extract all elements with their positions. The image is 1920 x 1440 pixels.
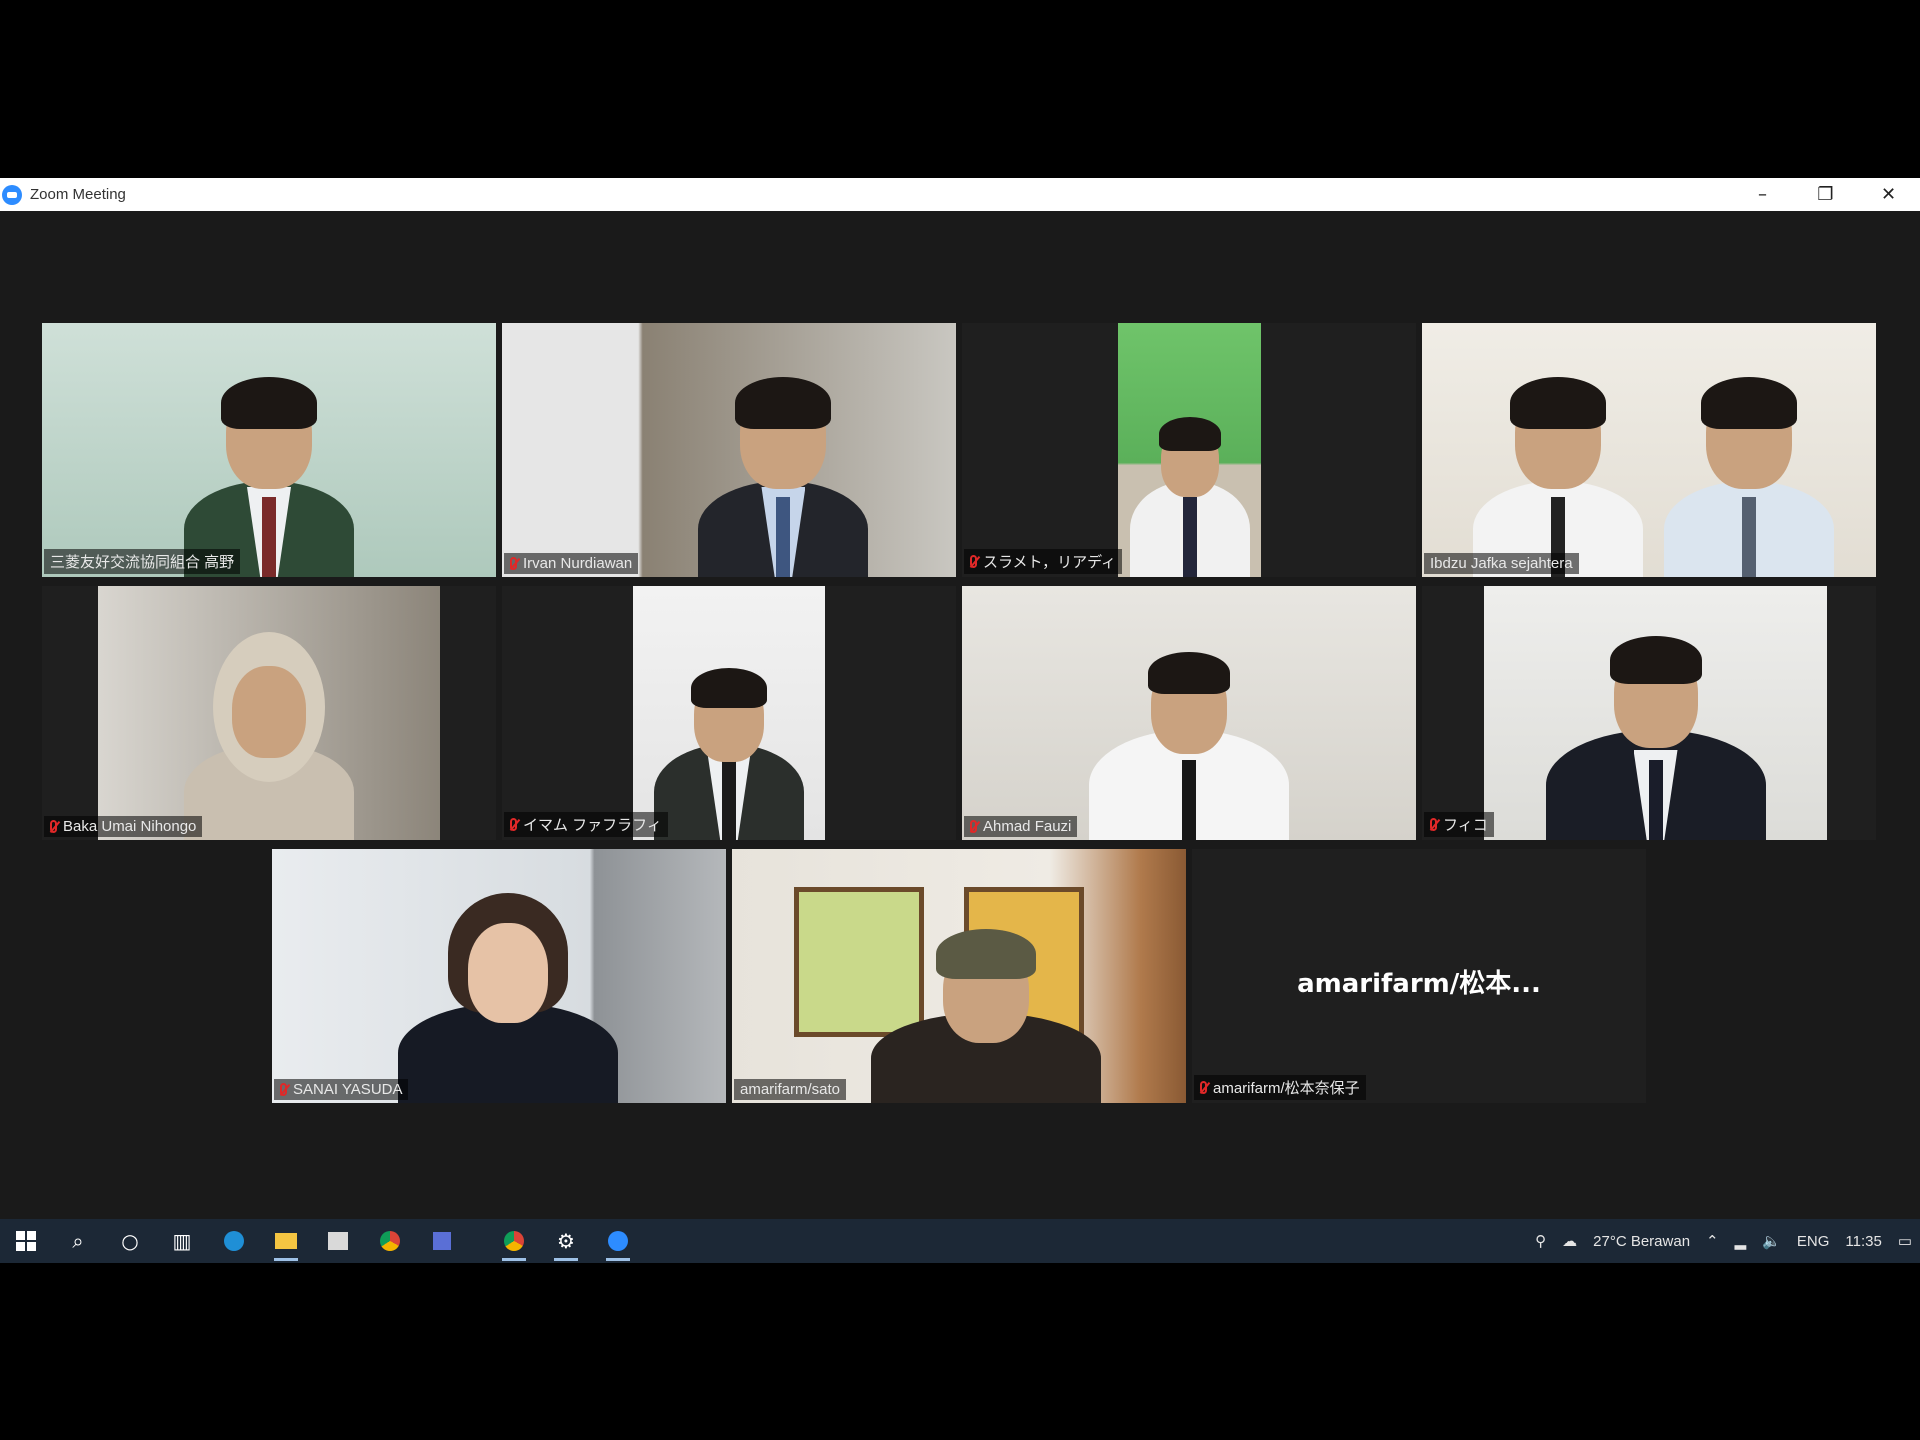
video-feed: [272, 849, 726, 1103]
windows-taskbar: ⌕ ○ ▥ ⚙ ⚲ ☁ 27°C Berawan ⌃ ▂ 🔈 ENG 11:35…: [0, 1219, 1920, 1263]
participant-name: 三菱友好交流協同組合 高野: [50, 554, 235, 571]
minimize-button[interactable]: –: [1731, 178, 1794, 211]
windows-start-icon[interactable]: [0, 1219, 52, 1263]
participant-tile-video-off[interactable]: amarifarm/松本... amarifarm/松本奈保子: [1192, 849, 1646, 1103]
muted-mic-icon: [280, 1083, 287, 1096]
video-feed: [1484, 586, 1827, 840]
weather-icon[interactable]: ☁: [1562, 1232, 1577, 1250]
participant-name: amarifarm/松本奈保子: [1213, 1080, 1360, 1097]
muted-mic-icon: [50, 820, 57, 833]
system-tray: ⚲ ☁ 27°C Berawan ⌃ ▂ 🔈 ENG 11:35 ▭: [1527, 1219, 1920, 1263]
participant-name: Baka Umai Nihongo: [63, 818, 197, 835]
network-icon[interactable]: ▂: [1735, 1232, 1747, 1250]
participant-video-person: [184, 630, 354, 840]
participant-tile[interactable]: Baka Umai Nihongo: [42, 586, 496, 840]
participant-name: フィコ: [1443, 817, 1488, 834]
video-feed: [962, 586, 1416, 840]
participant-tile[interactable]: SANAI YASUDA: [272, 849, 726, 1103]
participant-name-tag: amarifarm/sato: [734, 1079, 847, 1100]
participant-tile[interactable]: 三菱友好交流協同組合 高野: [42, 323, 496, 577]
window-title: Zoom Meeting: [30, 186, 126, 203]
cortana-icon[interactable]: ○: [104, 1219, 156, 1263]
video-feed: [1422, 323, 1876, 577]
participant-display-name: amarifarm/松本...: [1297, 969, 1541, 1000]
weather-text[interactable]: 27°C Berawan: [1593, 1233, 1690, 1250]
participant-name: SANAI YASUDA: [293, 1081, 403, 1098]
volume-icon[interactable]: 🔈: [1762, 1232, 1781, 1250]
clock[interactable]: 11:35: [1845, 1233, 1881, 1250]
participant-video-person: [184, 367, 354, 577]
muted-mic-icon: [1430, 818, 1437, 831]
video-feed: [42, 323, 496, 577]
participant-name-tag: フィコ: [1424, 812, 1494, 837]
participant-video-person: [1089, 630, 1289, 840]
muted-mic-icon: [1200, 1081, 1207, 1094]
participant-tile[interactable]: スラメト，リアディ: [962, 323, 1416, 577]
participant-tile[interactable]: Irvan Nurdiawan: [502, 323, 956, 577]
participant-video-person: [871, 893, 1102, 1103]
participant-name-tag: SANAI YASUDA: [274, 1079, 409, 1100]
edge-icon[interactable]: [208, 1219, 260, 1263]
participant-name-tag: スラメト，リアディ: [964, 549, 1123, 574]
participant-tile[interactable]: amarifarm/sato: [732, 849, 1186, 1103]
participant-tile[interactable]: Ahmad Fauzi: [962, 586, 1416, 840]
participant-video-person: [1473, 367, 1644, 577]
file-explorer-icon[interactable]: [260, 1219, 312, 1263]
participant-name-tag: イマム ファフラフィ: [504, 812, 668, 837]
participant-tile[interactable]: イマム ファフラフィ: [502, 586, 956, 840]
video-feed: [98, 586, 440, 840]
zoom-icon[interactable]: [592, 1219, 644, 1263]
window-titlebar: Zoom Meeting – ❐ ✕: [0, 178, 1920, 211]
participant-tile-active-speaker[interactable]: Ibdzu Jafka sejahtera: [1422, 323, 1876, 577]
muted-mic-icon: [510, 557, 517, 570]
chevron-up-icon[interactable]: ⌃: [1706, 1232, 1719, 1250]
participant-name-tag: amarifarm/松本奈保子: [1194, 1075, 1366, 1100]
participant-video-person: [1663, 367, 1834, 577]
taskbar-spacer: [468, 1219, 488, 1263]
participant-tile[interactable]: フィコ: [1422, 586, 1876, 840]
participant-name: Ibdzu Jafka sejahtera: [1430, 555, 1573, 572]
chrome-icon[interactable]: [488, 1219, 540, 1263]
notification-icon[interactable]: ▭: [1898, 1232, 1912, 1250]
participant-name-tag: Baka Umai Nihongo: [44, 816, 203, 837]
participant-name: Irvan Nurdiawan: [523, 555, 633, 572]
gallery-view: 三菱友好交流協同組合 高野 Irvan Nurdiawan スラメト，リアディ: [0, 211, 1920, 1219]
muted-mic-icon: [970, 555, 977, 568]
video-feed: [1118, 323, 1261, 577]
muted-mic-icon: [510, 818, 517, 831]
window-controls: – ❐ ✕: [1731, 178, 1920, 211]
settings-icon[interactable]: ⚙: [540, 1219, 592, 1263]
video-feed: [502, 323, 956, 577]
language-indicator[interactable]: ENG: [1797, 1233, 1830, 1250]
participant-name-tag: Ahmad Fauzi: [964, 816, 1078, 837]
participant-name-tag: Irvan Nurdiawan: [504, 553, 639, 574]
participant-video-person: [398, 893, 619, 1103]
participant-video-person: [1129, 407, 1250, 577]
task-view-icon[interactable]: ▥: [156, 1219, 208, 1263]
app-icon[interactable]: [416, 1219, 468, 1263]
chrome-icon[interactable]: [364, 1219, 416, 1263]
zoom-app-icon: [2, 184, 22, 205]
participant-name: スラメト，リアディ: [983, 554, 1117, 571]
participant-video-person: [1545, 630, 1766, 840]
participant-video-person: [654, 630, 804, 840]
video-feed: [732, 849, 1186, 1103]
search-icon[interactable]: ⌕: [52, 1219, 104, 1263]
participant-name: Ahmad Fauzi: [983, 818, 1072, 835]
participant-name-tag: 三菱友好交流協同組合 高野: [44, 549, 241, 574]
muted-mic-icon: [970, 820, 977, 833]
store-icon[interactable]: [312, 1219, 364, 1263]
people-icon[interactable]: ⚲: [1535, 1232, 1546, 1250]
participant-video-person: [698, 367, 869, 577]
video-feed: [633, 586, 825, 840]
participant-name: amarifarm/sato: [740, 1081, 841, 1098]
close-button[interactable]: ✕: [1857, 178, 1920, 211]
restore-button[interactable]: ❐: [1794, 178, 1857, 211]
participant-name: イマム ファフラフィ: [523, 817, 662, 834]
participant-name-tag: Ibdzu Jafka sejahtera: [1424, 553, 1579, 574]
